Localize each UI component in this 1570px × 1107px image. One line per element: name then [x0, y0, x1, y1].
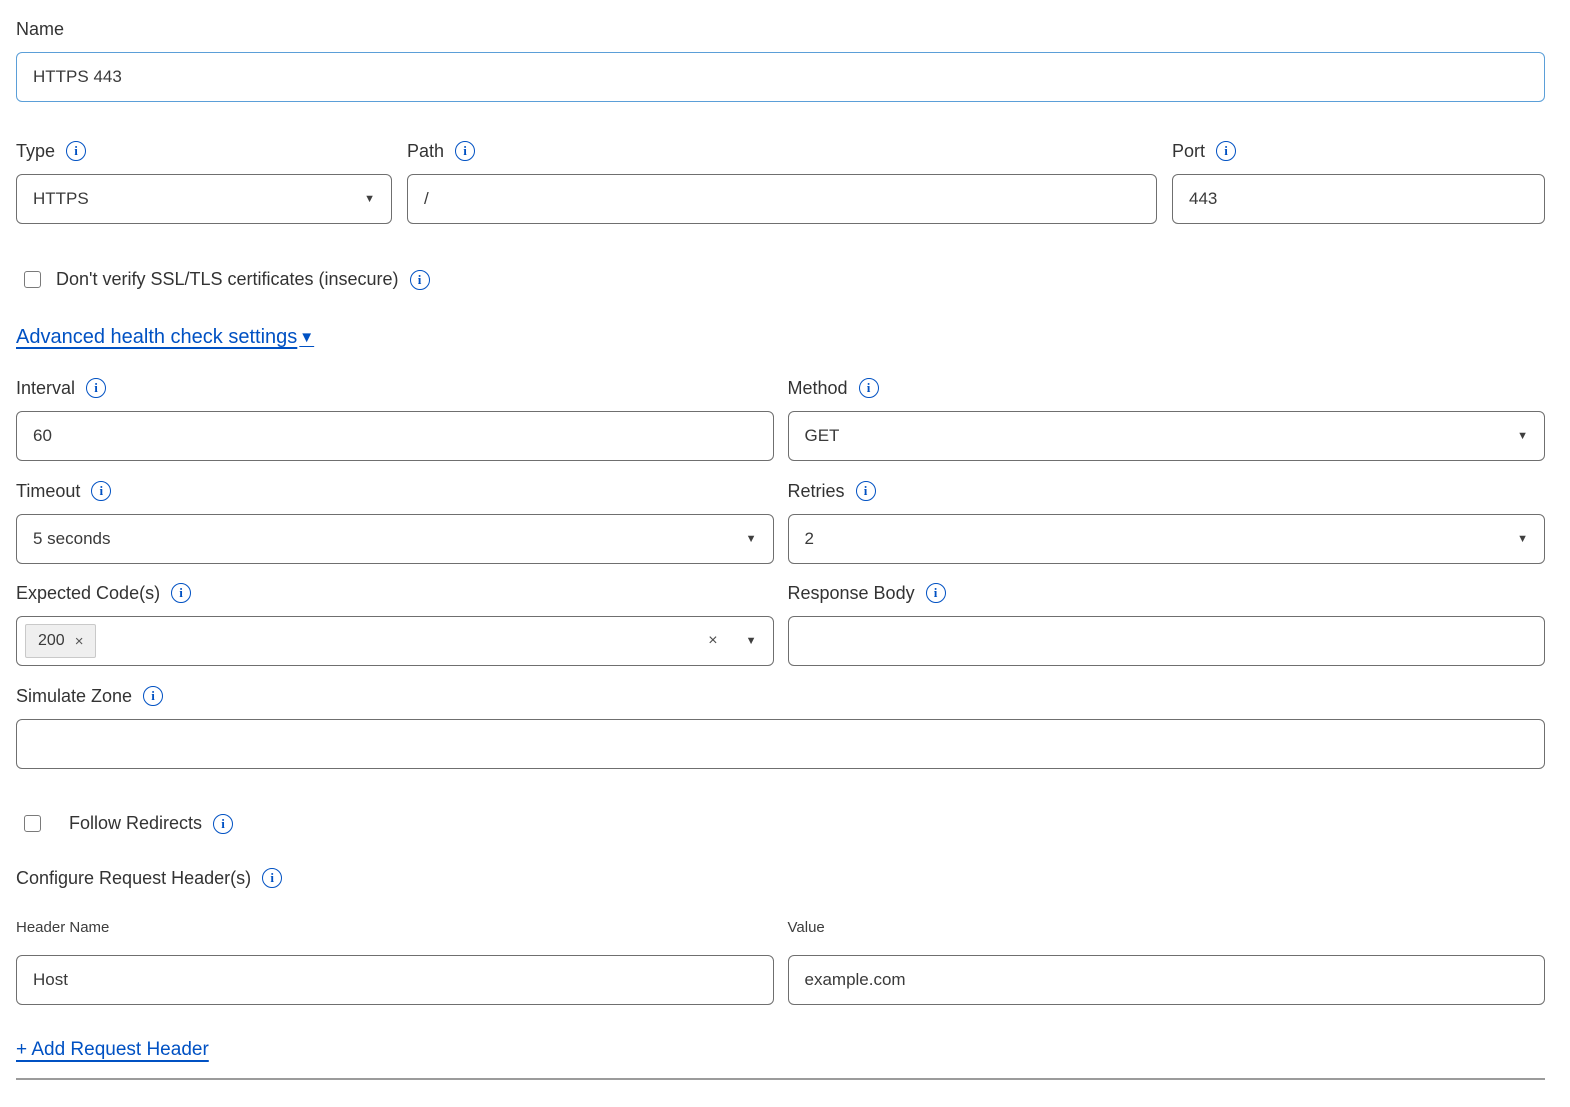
path-field: Path i [407, 140, 1157, 224]
configure-headers-info-icon[interactable]: i [262, 868, 282, 888]
type-field: Type i HTTPS ▼ [16, 140, 392, 224]
expected-codes-label: Expected Code(s) i [16, 582, 774, 604]
chevron-down-icon: ▼ [746, 533, 757, 545]
chevron-down-icon[interactable]: ▼ [746, 635, 757, 647]
method-info-icon[interactable]: i [859, 378, 879, 398]
header-value-input[interactable] [788, 955, 1546, 1005]
tag-remove-icon[interactable]: × [75, 633, 84, 650]
interval-method-row: Interval i Method i GET ▼ [16, 377, 1545, 461]
timeout-field: Timeout i 5 seconds ▼ [16, 480, 774, 564]
path-info-icon[interactable]: i [455, 141, 475, 161]
follow-redirects-label: Follow Redirects i [69, 813, 233, 834]
caret-down-icon: ▼ [299, 329, 314, 346]
configure-headers-label: Configure Request Header(s) i [16, 867, 282, 889]
expected-codes-multiselect[interactable]: 200 × × ▼ [16, 616, 774, 666]
interval-info-icon[interactable]: i [86, 378, 106, 398]
response-body-input[interactable] [788, 616, 1546, 666]
retries-select-value: 2 [805, 529, 814, 549]
simulate-zone-field: Simulate Zone i [16, 685, 1545, 769]
method-label: Method i [788, 377, 1546, 399]
retries-select[interactable]: 2 ▼ [788, 514, 1546, 564]
health-check-form: Name Type i HTTPS ▼ Path i Port i [0, 0, 1570, 1080]
timeout-retries-row: Timeout i 5 seconds ▼ Retries i 2 ▼ [16, 480, 1545, 564]
code-tag-text: 200 [38, 632, 65, 650]
codes-body-row: Expected Code(s) i 200 × × ▼ Response Bo… [16, 582, 1545, 666]
timeout-select[interactable]: 5 seconds ▼ [16, 514, 774, 564]
retries-info-icon[interactable]: i [856, 481, 876, 501]
follow-redirects-info-icon[interactable]: i [213, 814, 233, 834]
timeout-label-text: Timeout [16, 480, 80, 502]
port-field: Port i [1172, 140, 1545, 224]
response-body-label: Response Body i [788, 582, 1546, 604]
header-name-label: Header Name [16, 918, 774, 937]
path-label-text: Path [407, 140, 444, 162]
ssl-verify-checkbox[interactable] [24, 271, 41, 288]
expected-codes-info-icon[interactable]: i [171, 583, 191, 603]
retries-label-text: Retries [788, 480, 845, 502]
retries-label: Retries i [788, 480, 1546, 502]
type-select[interactable]: HTTPS ▼ [16, 174, 392, 224]
simulate-zone-info-icon[interactable]: i [143, 686, 163, 706]
port-input[interactable] [1172, 174, 1545, 224]
ssl-verify-info-icon[interactable]: i [410, 270, 430, 290]
timeout-label: Timeout i [16, 480, 774, 502]
method-field: Method i GET ▼ [788, 377, 1546, 461]
name-label: Name [16, 18, 1545, 40]
header-value-label: Value [788, 918, 1546, 937]
timeout-select-value: 5 seconds [33, 529, 111, 549]
type-select-value: HTTPS [33, 189, 89, 209]
advanced-settings-link-text: Advanced health check settings [16, 326, 297, 349]
type-info-icon[interactable]: i [66, 141, 86, 161]
method-select[interactable]: GET ▼ [788, 411, 1546, 461]
interval-label-text: Interval [16, 377, 75, 399]
port-label-text: Port [1172, 140, 1205, 162]
header-name-input[interactable] [16, 955, 774, 1005]
type-label: Type i [16, 140, 392, 162]
port-label: Port i [1172, 140, 1545, 162]
header-inputs-row [16, 955, 1545, 1005]
add-request-header-link[interactable]: + Add Request Header [16, 1039, 209, 1060]
path-label: Path i [407, 140, 1157, 162]
name-label-text: Name [16, 18, 64, 40]
expected-codes-label-text: Expected Code(s) [16, 582, 160, 604]
configure-headers-row: Configure Request Header(s) i [16, 867, 1545, 889]
type-path-port-row: Type i HTTPS ▼ Path i Port i [16, 140, 1545, 224]
interval-input[interactable] [16, 411, 774, 461]
path-input[interactable] [407, 174, 1157, 224]
chevron-down-icon: ▼ [1517, 533, 1528, 545]
simulate-zone-label-text: Simulate Zone [16, 685, 132, 707]
configure-headers-label-text: Configure Request Header(s) [16, 867, 251, 889]
follow-redirects-row: Follow Redirects i [16, 813, 1545, 834]
code-tag: 200 × [25, 624, 96, 658]
advanced-settings-row: Advanced health check settings ▼ [16, 326, 1545, 349]
method-select-value: GET [805, 426, 840, 446]
ssl-verify-label-text: Don't verify SSL/TLS certificates (insec… [56, 269, 399, 290]
response-body-info-icon[interactable]: i [926, 583, 946, 603]
add-header-row: + Add Request Header [16, 1039, 1545, 1061]
type-label-text: Type [16, 140, 55, 162]
header-labels-row: Header Name Value [16, 918, 1545, 937]
ssl-verify-row: Don't verify SSL/TLS certificates (insec… [16, 269, 1545, 290]
interval-label: Interval i [16, 377, 774, 399]
retries-field: Retries i 2 ▼ [788, 480, 1546, 564]
interval-field: Interval i [16, 377, 774, 461]
chevron-down-icon: ▼ [364, 193, 375, 205]
simulate-zone-input[interactable] [16, 719, 1545, 769]
response-body-label-text: Response Body [788, 582, 915, 604]
expected-codes-field: Expected Code(s) i 200 × × ▼ [16, 582, 774, 666]
timeout-info-icon[interactable]: i [91, 481, 111, 501]
clear-all-icon[interactable]: × [708, 632, 717, 650]
follow-redirects-checkbox[interactable] [24, 815, 41, 832]
simulate-zone-label: Simulate Zone i [16, 685, 1545, 707]
follow-redirects-label-text: Follow Redirects [69, 813, 202, 834]
chevron-down-icon: ▼ [1517, 430, 1528, 442]
ssl-verify-label: Don't verify SSL/TLS certificates (insec… [56, 269, 430, 290]
response-body-field: Response Body i [788, 582, 1546, 666]
section-divider [16, 1078, 1545, 1080]
method-label-text: Method [788, 377, 848, 399]
advanced-settings-link[interactable]: Advanced health check settings ▼ [16, 326, 314, 349]
port-info-icon[interactable]: i [1216, 141, 1236, 161]
name-input[interactable] [16, 52, 1545, 102]
